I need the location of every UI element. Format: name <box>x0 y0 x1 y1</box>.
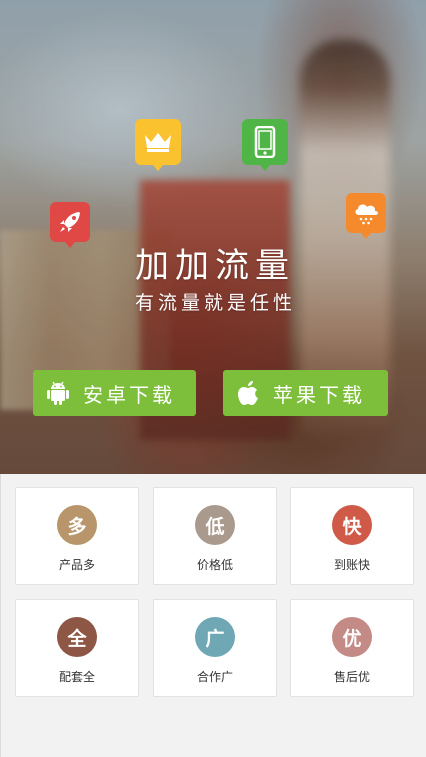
feature-caption: 售后优 <box>333 670 370 684</box>
cloud-rain-icon <box>346 193 386 239</box>
feature-badge: 低 <box>195 505 235 545</box>
android-icon <box>33 380 83 406</box>
crown-icon <box>135 119 181 171</box>
app-slogan: 有流量就是任性 <box>135 292 297 314</box>
smartphone-icon <box>242 119 288 171</box>
feature-badge: 优 <box>332 617 372 657</box>
ios-download-label: 苹果下载 <box>273 382 365 407</box>
android-download-button[interactable]: 安卓下载 <box>33 370 196 416</box>
apple-icon <box>223 380 273 406</box>
feature-badge: 快 <box>332 505 372 545</box>
feature-card[interactable]: 低 价格低 <box>153 487 277 585</box>
feature-badge: 全 <box>57 617 97 657</box>
ios-download-button[interactable]: 苹果下载 <box>223 370 388 416</box>
feature-caption: 价格低 <box>196 558 233 572</box>
feature-card[interactable]: 快 到账快 <box>290 487 414 585</box>
feature-badge: 多 <box>57 505 97 545</box>
rocket-icon <box>50 202 90 248</box>
feature-caption: 到账快 <box>333 558 370 572</box>
feature-badge: 广 <box>195 617 235 657</box>
landing-page: 加加流量 有流量就是任性 安卓下载 苹果下载 多 产品多 低 价格低 快 到账快 <box>0 0 426 757</box>
feature-card[interactable]: 广 合作广 <box>153 599 277 697</box>
feature-caption: 产品多 <box>58 558 95 572</box>
feature-caption: 合作广 <box>196 670 233 684</box>
android-download-label: 安卓下载 <box>83 382 175 407</box>
feature-grid: 多 产品多 低 价格低 快 到账快 全 配套全 广 合作广 优 售后优 <box>0 474 426 757</box>
feature-caption: 配套全 <box>58 670 95 684</box>
feature-card[interactable]: 多 产品多 <box>15 487 139 585</box>
hero-banner: 加加流量 有流量就是任性 安卓下载 苹果下载 <box>0 0 426 474</box>
feature-card[interactable]: 优 售后优 <box>290 599 414 697</box>
app-title: 加加流量 <box>135 246 295 286</box>
feature-card[interactable]: 全 配套全 <box>15 599 139 697</box>
